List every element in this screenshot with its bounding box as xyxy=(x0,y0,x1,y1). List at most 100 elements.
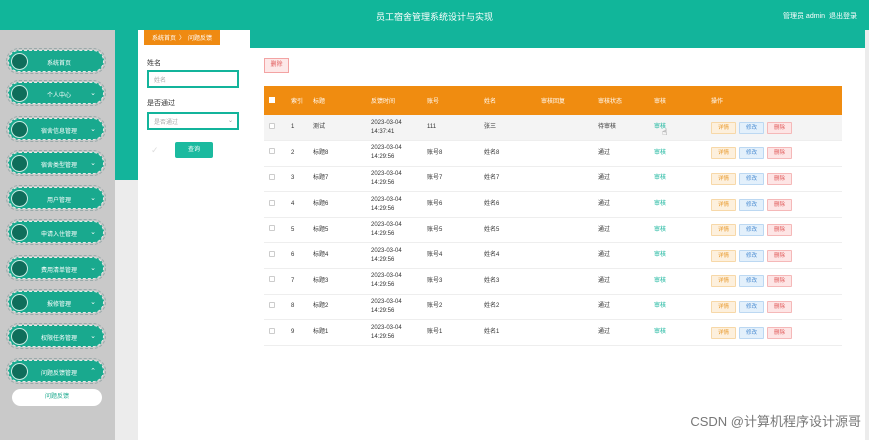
cell-status: 通过 xyxy=(593,319,649,346)
detail-button[interactable]: 详情 xyxy=(711,249,736,262)
audit-link[interactable]: 审核 xyxy=(654,303,666,309)
sidebar-item[interactable]: 个人中心 ⌄ xyxy=(6,80,106,106)
table-row[interactable]: 3 标题7 2023-03-04 14:29:56 账号7 姓名7 通过 审核 详情 修改 删除 xyxy=(264,166,842,193)
table-row[interactable]: 6 标题4 2023-03-04 14:29:56 账号4 姓名4 通过 审核 详情 修改 删除 xyxy=(264,242,842,270)
audit-link[interactable]: 审核 xyxy=(654,227,666,233)
audit-link[interactable]: 审核 xyxy=(654,252,666,258)
cell-time: 2023-03-04 14:29:56 xyxy=(366,242,422,270)
audit-link[interactable]: 审核 xyxy=(654,201,666,207)
breadcrumb-home[interactable]: 系统首页 xyxy=(152,36,176,42)
cell-account: 账号8 xyxy=(422,140,479,167)
cell-name: 姓名6 xyxy=(479,191,536,218)
menu-dot-icon xyxy=(11,260,28,277)
delete-button[interactable]: 删除 xyxy=(767,249,792,262)
row-checkbox[interactable] xyxy=(264,242,286,270)
row-checkbox[interactable] xyxy=(264,166,286,193)
edit-button[interactable]: 修改 xyxy=(739,121,764,134)
audit-link[interactable]: 审核 xyxy=(654,278,666,284)
submenu-item-feedback[interactable]: 问题反馈 xyxy=(12,389,102,406)
checkbox-icon xyxy=(269,250,275,257)
cell-index: 3 xyxy=(286,166,308,193)
edit-button[interactable]: 修改 xyxy=(739,326,764,339)
watermark: CSDN @计算机程序设计源哥 xyxy=(690,414,861,429)
sidebar-item[interactable]: 宿舍信息管理 ⌄ xyxy=(6,116,106,142)
table-row[interactable]: 8 标题2 2023-03-04 14:29:56 账号2 姓名2 通过 审核 详情 修改 删除 xyxy=(264,294,842,321)
detail-button[interactable]: 详情 xyxy=(711,172,736,185)
logout-button[interactable]: 退出登录 xyxy=(829,11,857,21)
sidebar-item[interactable]: 用户管理 ⌄ xyxy=(6,185,106,211)
sidebar-item[interactable]: 问题反馈管理 ⌃ xyxy=(6,358,106,384)
cell-actions: 详情 修改 删除 xyxy=(706,217,842,244)
menu-dot-icon xyxy=(11,155,28,172)
audit-link[interactable]: 审核 xyxy=(654,150,666,156)
cell-title: 标题6 xyxy=(308,191,366,218)
detail-button[interactable]: 详情 xyxy=(711,275,736,288)
table-row[interactable]: 5 标题5 2023-03-04 14:29:56 账号5 姓名5 通过 审核 详情 修改 删除 xyxy=(264,217,842,244)
cell-status: 待审核 xyxy=(593,115,649,142)
sidebar-item[interactable]: 报修管理 ⌄ xyxy=(6,289,106,315)
row-checkbox[interactable] xyxy=(264,191,286,218)
row-checkbox[interactable] xyxy=(264,319,286,346)
table-row[interactable]: 7 标题3 2023-03-04 14:29:56 账号3 姓名3 通过 审核 详情 修改 删除 xyxy=(264,268,842,295)
edit-button[interactable]: 修改 xyxy=(739,224,764,237)
delete-button[interactable]: 删除 xyxy=(767,198,792,211)
delete-button[interactable]: 删除 xyxy=(767,275,792,288)
passed-select[interactable]: 是否通过 ⌄ xyxy=(147,112,239,130)
detail-button[interactable]: 详情 xyxy=(711,147,736,160)
table-row[interactable]: 9 标题1 2023-03-04 14:29:56 账号1 姓名1 通过 审核 详情 修改 删除 xyxy=(264,319,842,346)
cell-actions: 详情 修改 删除 xyxy=(706,319,842,346)
name-input[interactable]: 姓名 xyxy=(147,70,239,88)
cell-status: 通过 xyxy=(593,217,649,244)
audit-link[interactable]: 审核 xyxy=(654,175,666,181)
row-checkbox[interactable] xyxy=(264,268,286,295)
row-checkbox[interactable] xyxy=(264,294,286,321)
row-checkbox[interactable] xyxy=(264,115,286,142)
cell-name: 姓名5 xyxy=(479,217,536,244)
table-row[interactable]: 2 标题8 2023-03-04 14:29:56 账号8 姓名8 通过 审核 详情 修改 删除 xyxy=(264,140,842,167)
delete-button[interactable]: 删除 xyxy=(767,172,792,185)
edit-button[interactable]: 修改 xyxy=(739,275,764,288)
column-header: 审核状态 xyxy=(593,86,649,115)
detail-button[interactable]: 详情 xyxy=(711,326,736,339)
delete-button[interactable]: 删除 xyxy=(767,326,792,339)
delete-button[interactable]: 删除 xyxy=(767,224,792,237)
checkbox-icon xyxy=(269,173,275,180)
cell-account: 账号1 xyxy=(422,319,479,346)
cell-time: 2023-03-04 14:37:41 xyxy=(366,115,422,142)
delete-button[interactable]: 删除 xyxy=(767,147,792,160)
edit-button[interactable]: 修改 xyxy=(739,172,764,185)
sidebar-item[interactable]: 宿舍类型管理 ⌄ xyxy=(6,150,106,176)
edit-button[interactable]: 修改 xyxy=(739,198,764,211)
row-checkbox[interactable] xyxy=(264,217,286,244)
table-row[interactable]: 1 测试 2023-03-04 14:37:41 111 张三 待审核 审核 详情 修改 删除 xyxy=(264,115,842,142)
edit-button[interactable]: 修改 xyxy=(739,147,764,160)
cell-title: 标题1 xyxy=(308,319,366,346)
cell-status: 通过 xyxy=(593,268,649,295)
edit-button[interactable]: 修改 xyxy=(739,300,764,313)
cell-status: 通过 xyxy=(593,242,649,270)
query-button[interactable]: 查询 xyxy=(175,142,213,158)
menu-dot-icon xyxy=(11,53,28,70)
sidebar-item[interactable]: 申请入住管理 ⌄ xyxy=(6,219,106,245)
row-checkbox[interactable] xyxy=(264,140,286,167)
audit-link[interactable]: 审核 xyxy=(654,329,666,335)
delete-button[interactable]: 删除 xyxy=(767,300,792,313)
cell-audit: 审核 xyxy=(649,115,706,142)
detail-button[interactable]: 详情 xyxy=(711,300,736,313)
checkbox-icon xyxy=(269,122,275,129)
cell-reply xyxy=(536,268,593,295)
edit-button[interactable]: 修改 xyxy=(739,249,764,262)
detail-button[interactable]: 详情 xyxy=(711,121,736,134)
select-all-checkbox[interactable] xyxy=(264,86,286,115)
detail-button[interactable]: 详情 xyxy=(711,224,736,237)
column-header: 标题 xyxy=(308,86,366,115)
cell-actions: 详情 修改 删除 xyxy=(706,268,842,295)
sidebar-item[interactable]: 费用清单管理 ⌄ xyxy=(6,255,106,281)
batch-delete-button[interactable]: 删除 xyxy=(264,58,289,73)
delete-button[interactable]: 删除 xyxy=(767,121,792,134)
sidebar-item[interactable]: 系统首页 xyxy=(6,48,106,74)
name-label: 姓名 xyxy=(147,60,161,67)
table-row[interactable]: 4 标题6 2023-03-04 14:29:56 账号6 姓名6 通过 审核 详情 修改 删除 xyxy=(264,191,842,218)
detail-button[interactable]: 详情 xyxy=(711,198,736,211)
sidebar-item[interactable]: 权限任务管理 ⌄ xyxy=(6,323,106,349)
